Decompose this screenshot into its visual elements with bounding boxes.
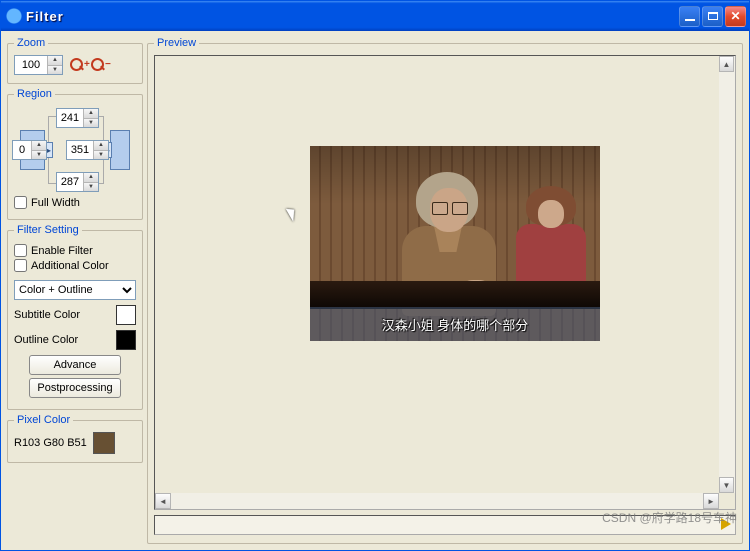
pixel-color-swatch — [93, 432, 115, 454]
filter-setting-legend: Filter Setting — [14, 224, 82, 236]
cursor-icon — [286, 205, 300, 221]
spin-down-icon[interactable]: ▼ — [47, 66, 62, 75]
region-legend: Region — [14, 88, 55, 100]
right-panel: Preview 汉森小姐 — [147, 37, 743, 544]
region-right-spinner[interactable]: ▲▼ — [66, 140, 109, 160]
minimize-button[interactable] — [679, 6, 700, 27]
zoom-input[interactable] — [15, 56, 47, 74]
scroll-down-icon[interactable]: ▼ — [719, 477, 734, 493]
region-top-spinner[interactable]: ▲▼ — [56, 108, 99, 128]
scroll-up-icon[interactable]: ▲ — [719, 56, 734, 72]
pixel-color-group: Pixel Color R103 G80 B51 — [7, 414, 143, 463]
region-left-spinner[interactable]: ▲▼ — [12, 140, 47, 160]
subtitle-color-swatch[interactable] — [116, 305, 136, 325]
close-button[interactable]: ✕ — [725, 6, 746, 27]
frame-desk — [310, 281, 600, 309]
preview-viewport[interactable]: 汉森小姐 身体的哪个部分 ▲ ▼ ◄ ► — [154, 55, 736, 510]
horizontal-scrollbar[interactable]: ◄ ► — [155, 493, 719, 509]
filter-setting-group: Filter Setting Enable Filter Additional … — [7, 224, 143, 410]
enable-filter-label: Enable Filter — [31, 245, 93, 257]
maximize-button[interactable] — [702, 6, 723, 27]
subtitle-text: 汉森小姐 身体的哪个部分 — [382, 315, 529, 334]
pixel-color-legend: Pixel Color — [14, 414, 73, 426]
region-group: Region ◂▸ ◂▸ ▲▼ — [7, 88, 143, 220]
pixel-color-readout: R103 G80 B51 — [14, 437, 87, 449]
video-frame: 汉森小姐 身体的哪个部分 — [310, 146, 600, 341]
zoom-legend: Zoom — [14, 37, 48, 49]
preview-group: Preview 汉森小姐 — [147, 37, 743, 544]
zoom-group: Zoom ▲▼ + − — [7, 37, 143, 84]
left-panel: Zoom ▲▼ + − Region ◂▸ ◂▸ — [7, 37, 143, 544]
region-left-input[interactable] — [13, 141, 31, 159]
region-bottom-input[interactable] — [57, 173, 83, 191]
enable-filter-checkbox[interactable] — [14, 244, 27, 257]
window-controls: ✕ — [679, 6, 746, 27]
zoom-in-icon[interactable]: + — [70, 58, 84, 72]
window-frame: Filter ✕ Zoom ▲▼ + − Region — [0, 0, 750, 551]
subtitle-band: 汉森小姐 身体的哪个部分 — [310, 307, 600, 341]
full-width-checkbox[interactable] — [14, 196, 27, 209]
titlebar[interactable]: Filter ✕ — [1, 1, 749, 31]
advance-button[interactable]: Advance — [29, 355, 121, 375]
window-title: Filter — [26, 9, 679, 24]
region-top-input[interactable] — [57, 109, 83, 127]
additional-color-row[interactable]: Additional Color — [14, 259, 136, 272]
region-right-input[interactable] — [67, 141, 93, 159]
watermark-text: CSDN @府学路18号车神 — [602, 509, 737, 526]
outline-color-label: Outline Color — [14, 334, 78, 346]
app-icon — [6, 8, 22, 24]
region-bottom-spinner[interactable]: ▲▼ — [56, 172, 99, 192]
zoom-spinner[interactable]: ▲▼ — [14, 55, 63, 75]
preview-legend: Preview — [154, 37, 199, 49]
scroll-right-icon[interactable]: ► — [703, 493, 719, 509]
full-width-checkbox-row[interactable]: Full Width — [14, 196, 136, 209]
subtitle-color-label: Subtitle Color — [14, 309, 80, 321]
spin-up-icon[interactable]: ▲ — [47, 56, 62, 66]
postprocessing-button[interactable]: Postprocessing — [29, 378, 121, 398]
enable-filter-row[interactable]: Enable Filter — [14, 244, 136, 257]
region-right-pad — [110, 130, 130, 170]
additional-color-label: Additional Color — [31, 260, 109, 272]
outline-color-swatch[interactable] — [116, 330, 136, 350]
region-visualizer[interactable]: ◂▸ ◂▸ ▲▼ ▲▼ — [14, 110, 136, 190]
scroll-left-icon[interactable]: ◄ — [155, 493, 171, 509]
client-area: Zoom ▲▼ + − Region ◂▸ ◂▸ — [1, 31, 749, 550]
filter-mode-select[interactable]: Color + Outline — [14, 280, 136, 300]
additional-color-checkbox[interactable] — [14, 259, 27, 272]
vertical-scrollbar[interactable]: ▲ ▼ — [719, 56, 735, 493]
full-width-label: Full Width — [31, 197, 80, 209]
zoom-out-icon[interactable]: − — [91, 58, 105, 72]
